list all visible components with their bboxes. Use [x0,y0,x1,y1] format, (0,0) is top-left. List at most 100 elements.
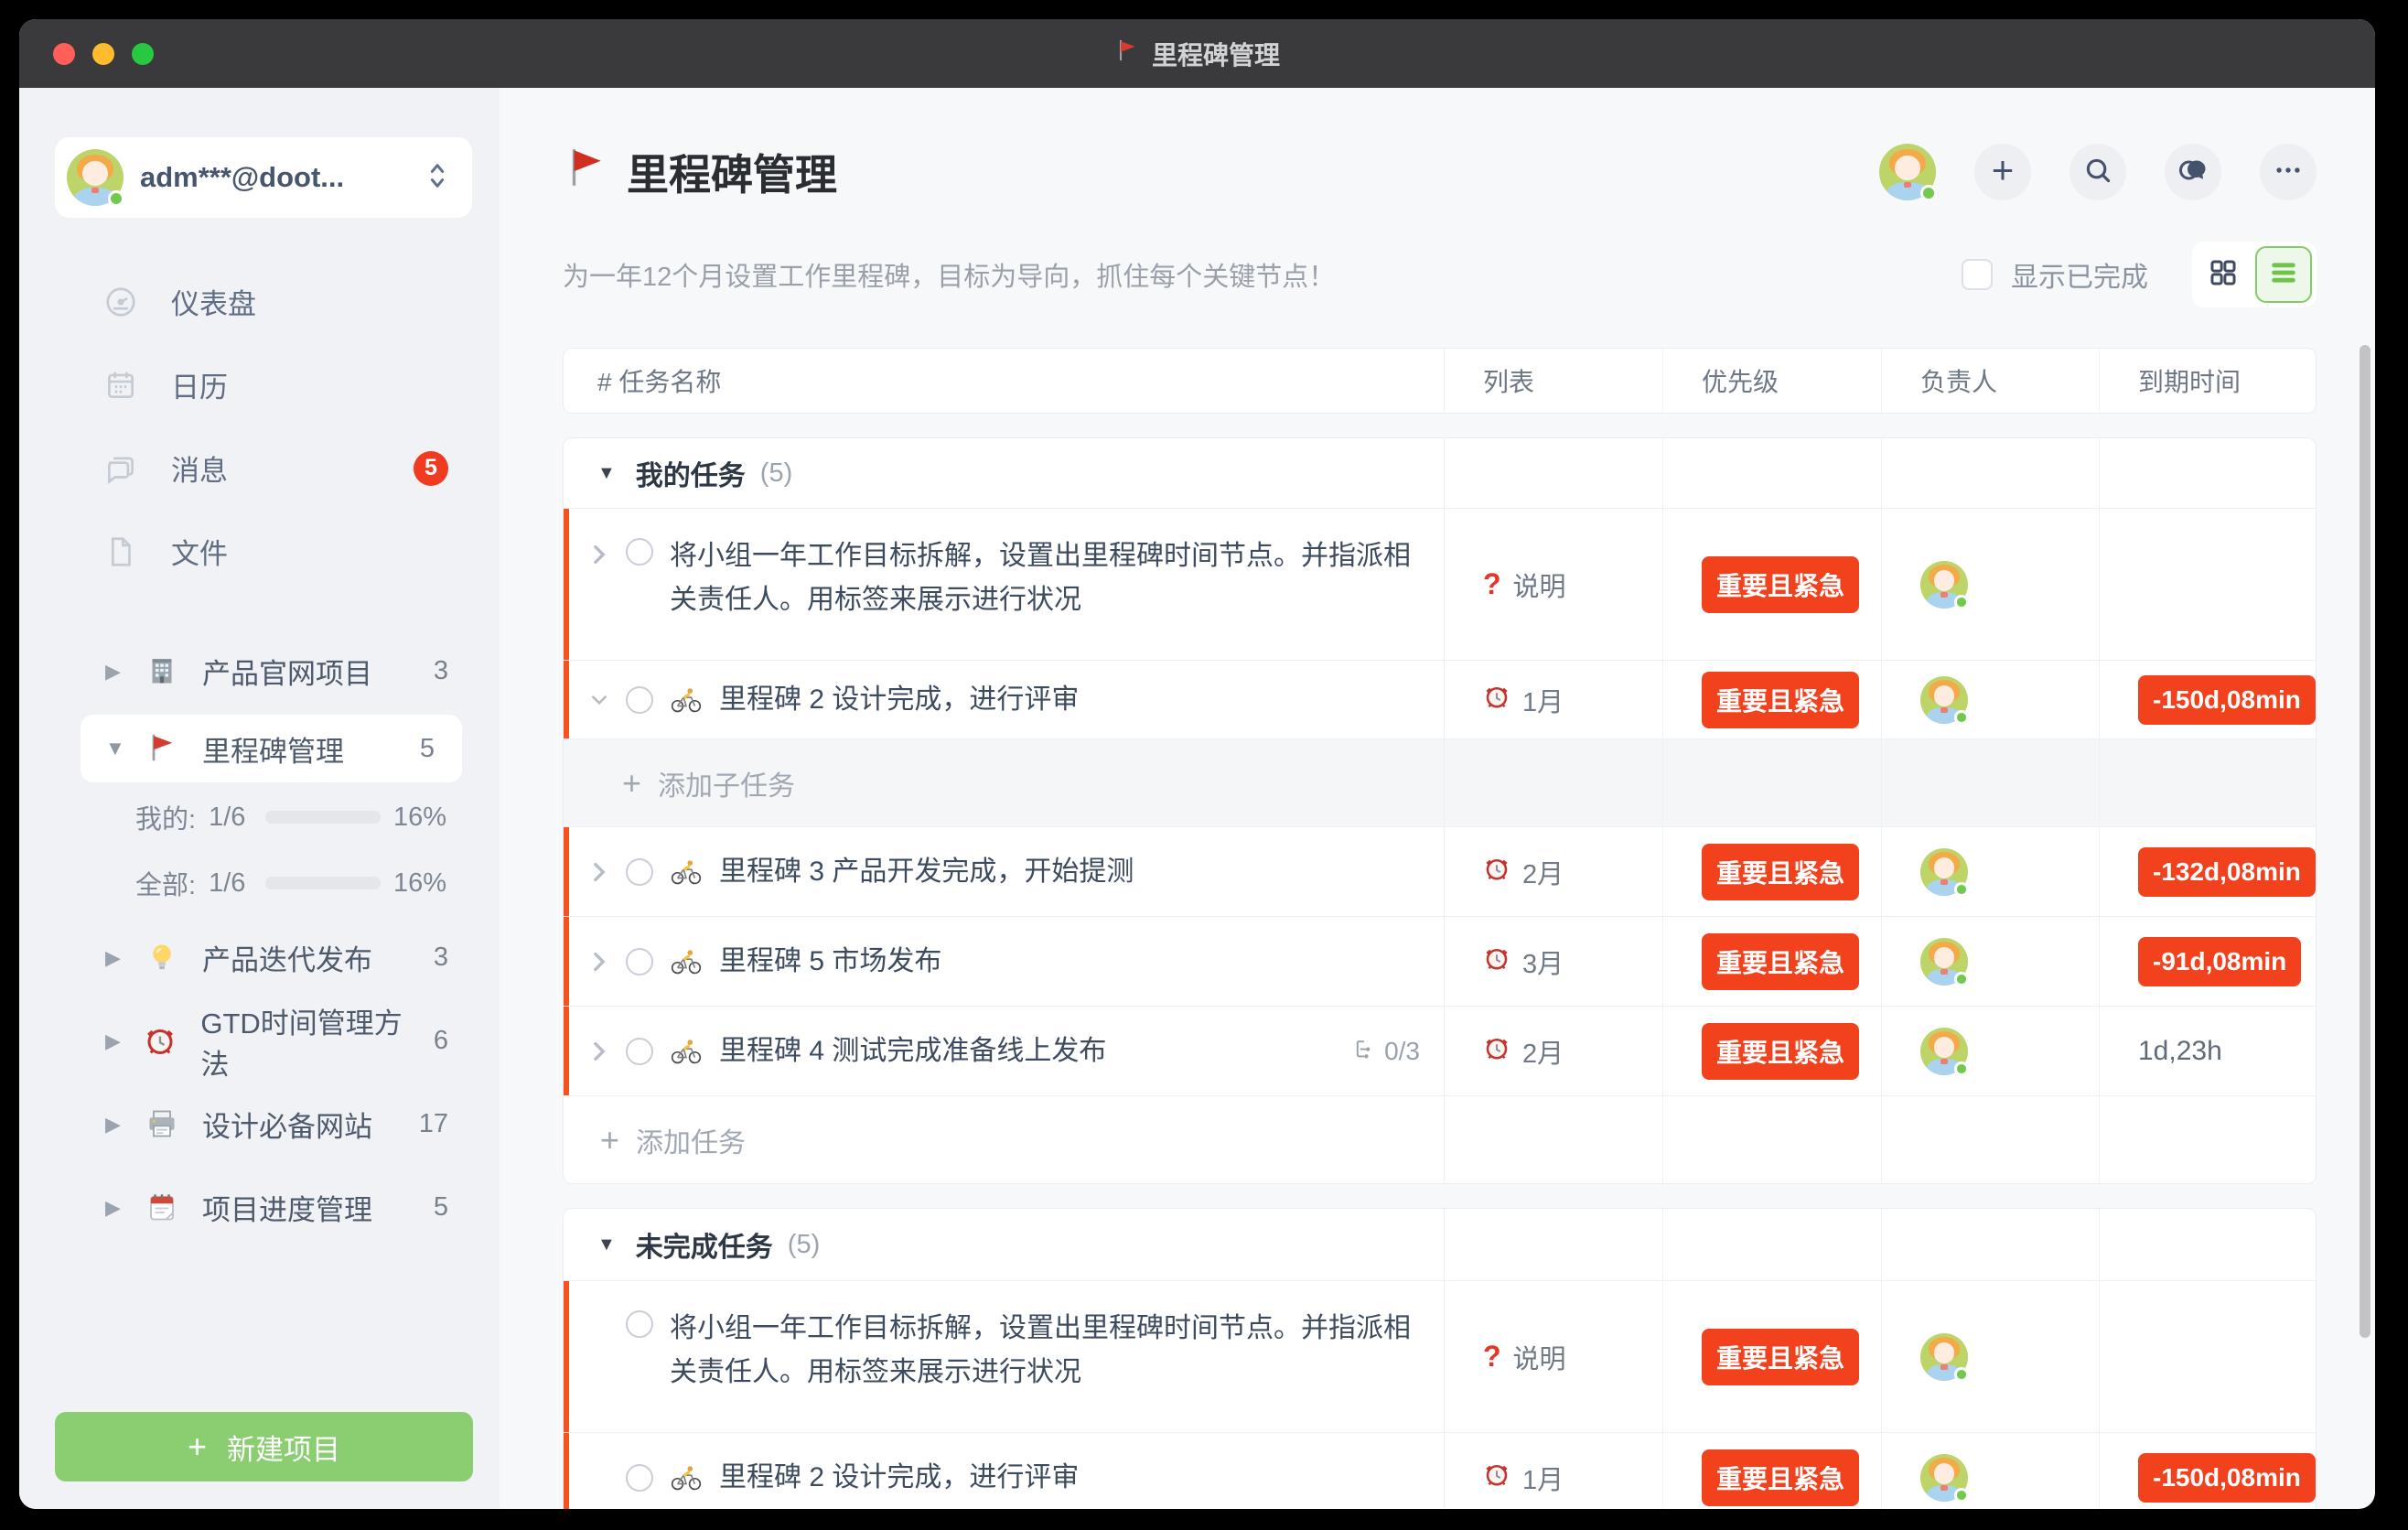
progress-bar [265,877,381,889]
flag-icon [145,731,180,766]
show-completed-checkbox[interactable] [1962,259,1993,290]
group-header[interactable]: ▼ 未完成任务 (5) [564,1209,2316,1280]
column-due: 到期时间 [2099,349,2314,413]
task-row[interactable]: 里程碑 5 市场发布 3月 重要且紧急 -91d,08min [564,916,2316,1006]
priority-badge: 重要且紧急 [1702,1449,1859,1506]
sidebar-item-label: 日历 [171,364,228,405]
search-button[interactable] [2069,144,2126,200]
list-label: 说明 [1513,1338,1566,1376]
list-view-button[interactable] [2255,246,2312,303]
view-toggle [2192,242,2317,307]
task-title: 里程碑 5 市场发布 [719,940,941,984]
task-row[interactable]: 将小组一年工作目标拆解，设置出里程碑时间节点。并指派相关责任人。用标签来展示进行… [564,508,2316,660]
vertical-scrollbar[interactable] [2360,345,2370,1338]
sidebar-item-files[interactable]: 文件 [19,510,500,593]
task-checkbox[interactable] [626,948,653,975]
progress-label: 我的: [135,798,196,836]
project-count: 17 [419,1109,448,1139]
task-row[interactable]: 里程碑 2 设计完成，进行评审 1月 重要且紧急 -150d,08min [564,1432,2316,1509]
assignee-avatar[interactable] [1920,1333,1968,1381]
grid-view-button[interactable] [2197,248,2250,301]
account-switcher[interactable]: adm***@doot... [55,137,472,218]
sidebar-item-messages[interactable]: 消息 5 [19,426,500,510]
task-title: 将小组一年工作目标拆解，设置出里程碑时间节点。并指派相关责任人。用标签来展示进行… [670,1307,1420,1395]
expanded-triangle-icon[interactable]: ▼ [597,1234,616,1255]
due-text: 1d,23h [2138,1036,2222,1067]
add-subtask-row[interactable]: + 添加子任务 [564,738,2316,826]
task-checkbox[interactable] [626,538,653,566]
window-title-text: 里程碑管理 [1152,36,1280,72]
window-title: 里程碑管理 [1114,36,1280,72]
group-header[interactable]: ▼ 我的任务 (5) [564,438,2316,508]
sidebar-project-schedule[interactable]: ▶ 项目进度管理 5 [19,1166,500,1249]
flag-icon [1114,38,1140,70]
task-row[interactable]: 里程碑 2 设计完成，进行评审 1月 重要且紧急 -150d,08min [564,660,2316,738]
assignee-avatar[interactable] [1920,938,1968,986]
collapsed-triangle-icon[interactable]: ▶ [105,1196,124,1220]
collapsed-triangle-icon[interactable]: ▶ [105,1029,122,1053]
task-row[interactable]: 将小组一年工作目标拆解，设置出里程碑时间节点。并指派相关责任人。用标签来展示进行… [564,1280,2316,1432]
project-count: 5 [420,734,435,764]
sidebar-item-calendar[interactable]: 日历 [19,343,500,426]
chat-button[interactable] [2165,144,2221,200]
plus-icon: + [188,1428,207,1466]
assignee-avatar[interactable] [1920,676,1968,724]
task-checkbox[interactable] [626,686,653,714]
task-checkbox[interactable] [626,1310,653,1338]
list-label: 2月 [1522,1032,1564,1071]
sidebar-project-gtd[interactable]: ▶ GTD时间管理方法 6 [19,999,500,1083]
assignee-avatar[interactable] [1920,561,1968,609]
account-name: adm***@doot... [140,161,410,194]
chevron-right-icon[interactable] [589,1039,609,1064]
list-label: 3月 [1522,943,1564,981]
task-checkbox[interactable] [626,858,653,886]
chevron-right-icon[interactable] [589,859,609,885]
question-icon: ? [1483,567,1501,601]
zoom-button[interactable] [132,43,154,65]
assignee-avatar[interactable] [1920,1028,1968,1075]
collapsed-triangle-icon[interactable]: ▶ [105,660,124,684]
chevron-right-icon[interactable] [589,949,609,975]
sidebar-project-website[interactable]: ▶ 产品官网项目 3 [19,630,500,713]
task-checkbox[interactable] [626,1464,653,1492]
add-button[interactable]: + [1974,144,2031,200]
expanded-triangle-icon[interactable]: ▼ [105,737,124,760]
collapsed-triangle-icon[interactable]: ▶ [105,1113,124,1137]
group-count: (5) [788,1230,820,1260]
building-icon [145,654,180,689]
alarm-icon [1483,855,1510,889]
expanded-triangle-icon[interactable]: ▼ [597,463,616,484]
question-icon: ? [1483,1340,1501,1374]
sidebar-project-milestone-selected[interactable]: ▼ 里程碑管理 5 [81,715,462,782]
new-project-button[interactable]: + 新建项目 [55,1412,473,1482]
list-icon [2268,257,2299,293]
close-button[interactable] [53,43,75,65]
sidebar-project-iteration[interactable]: ▶ 产品迭代发布 3 [19,916,500,999]
page-title-text: 里程碑管理 [627,142,837,202]
sidebar-item-dashboard[interactable]: 仪表盘 [19,260,500,343]
column-assignee: 负责人 [1881,349,2099,413]
task-row[interactable]: 里程碑 4 测试完成准备线上发布 0/3 [564,1006,2316,1095]
chevron-right-icon[interactable] [589,542,609,567]
cyclist-icon [670,686,703,714]
chevron-down-icon[interactable] [589,690,609,710]
group-name: 我的任务 [636,453,746,493]
task-checkbox[interactable] [626,1038,653,1065]
sidebar-project-design-sites[interactable]: ▶ 设计必备网站 17 [19,1083,500,1166]
group-count: (5) [760,458,792,489]
task-row[interactable]: 里程碑 3 产品开发完成，开始提测 2月 重要且紧急 -132d,08min [564,826,2316,916]
user-avatar[interactable] [1879,144,1936,200]
task-title: 里程碑 2 设计完成，进行评审 [719,1456,1079,1500]
list-label: 1月 [1522,1459,1564,1497]
task-title: 里程碑 3 产品开发完成，开始提测 [719,850,1134,894]
task-table: # 任务名称 列表 优先级 负责人 到期时间 ▼ 我的任务 (5) [563,348,2317,1509]
more-button[interactable] [2260,144,2317,200]
minimize-button[interactable] [92,43,114,65]
list-label: 说明 [1513,566,1566,604]
collapsed-triangle-icon[interactable]: ▶ [105,946,124,970]
assignee-avatar[interactable] [1920,1454,1968,1502]
assignee-avatar[interactable] [1920,848,1968,896]
project-label: 项目进度管理 [202,1187,372,1228]
add-task-row[interactable]: + 添加任务 [564,1095,2316,1183]
dashboard-icon [103,285,138,319]
